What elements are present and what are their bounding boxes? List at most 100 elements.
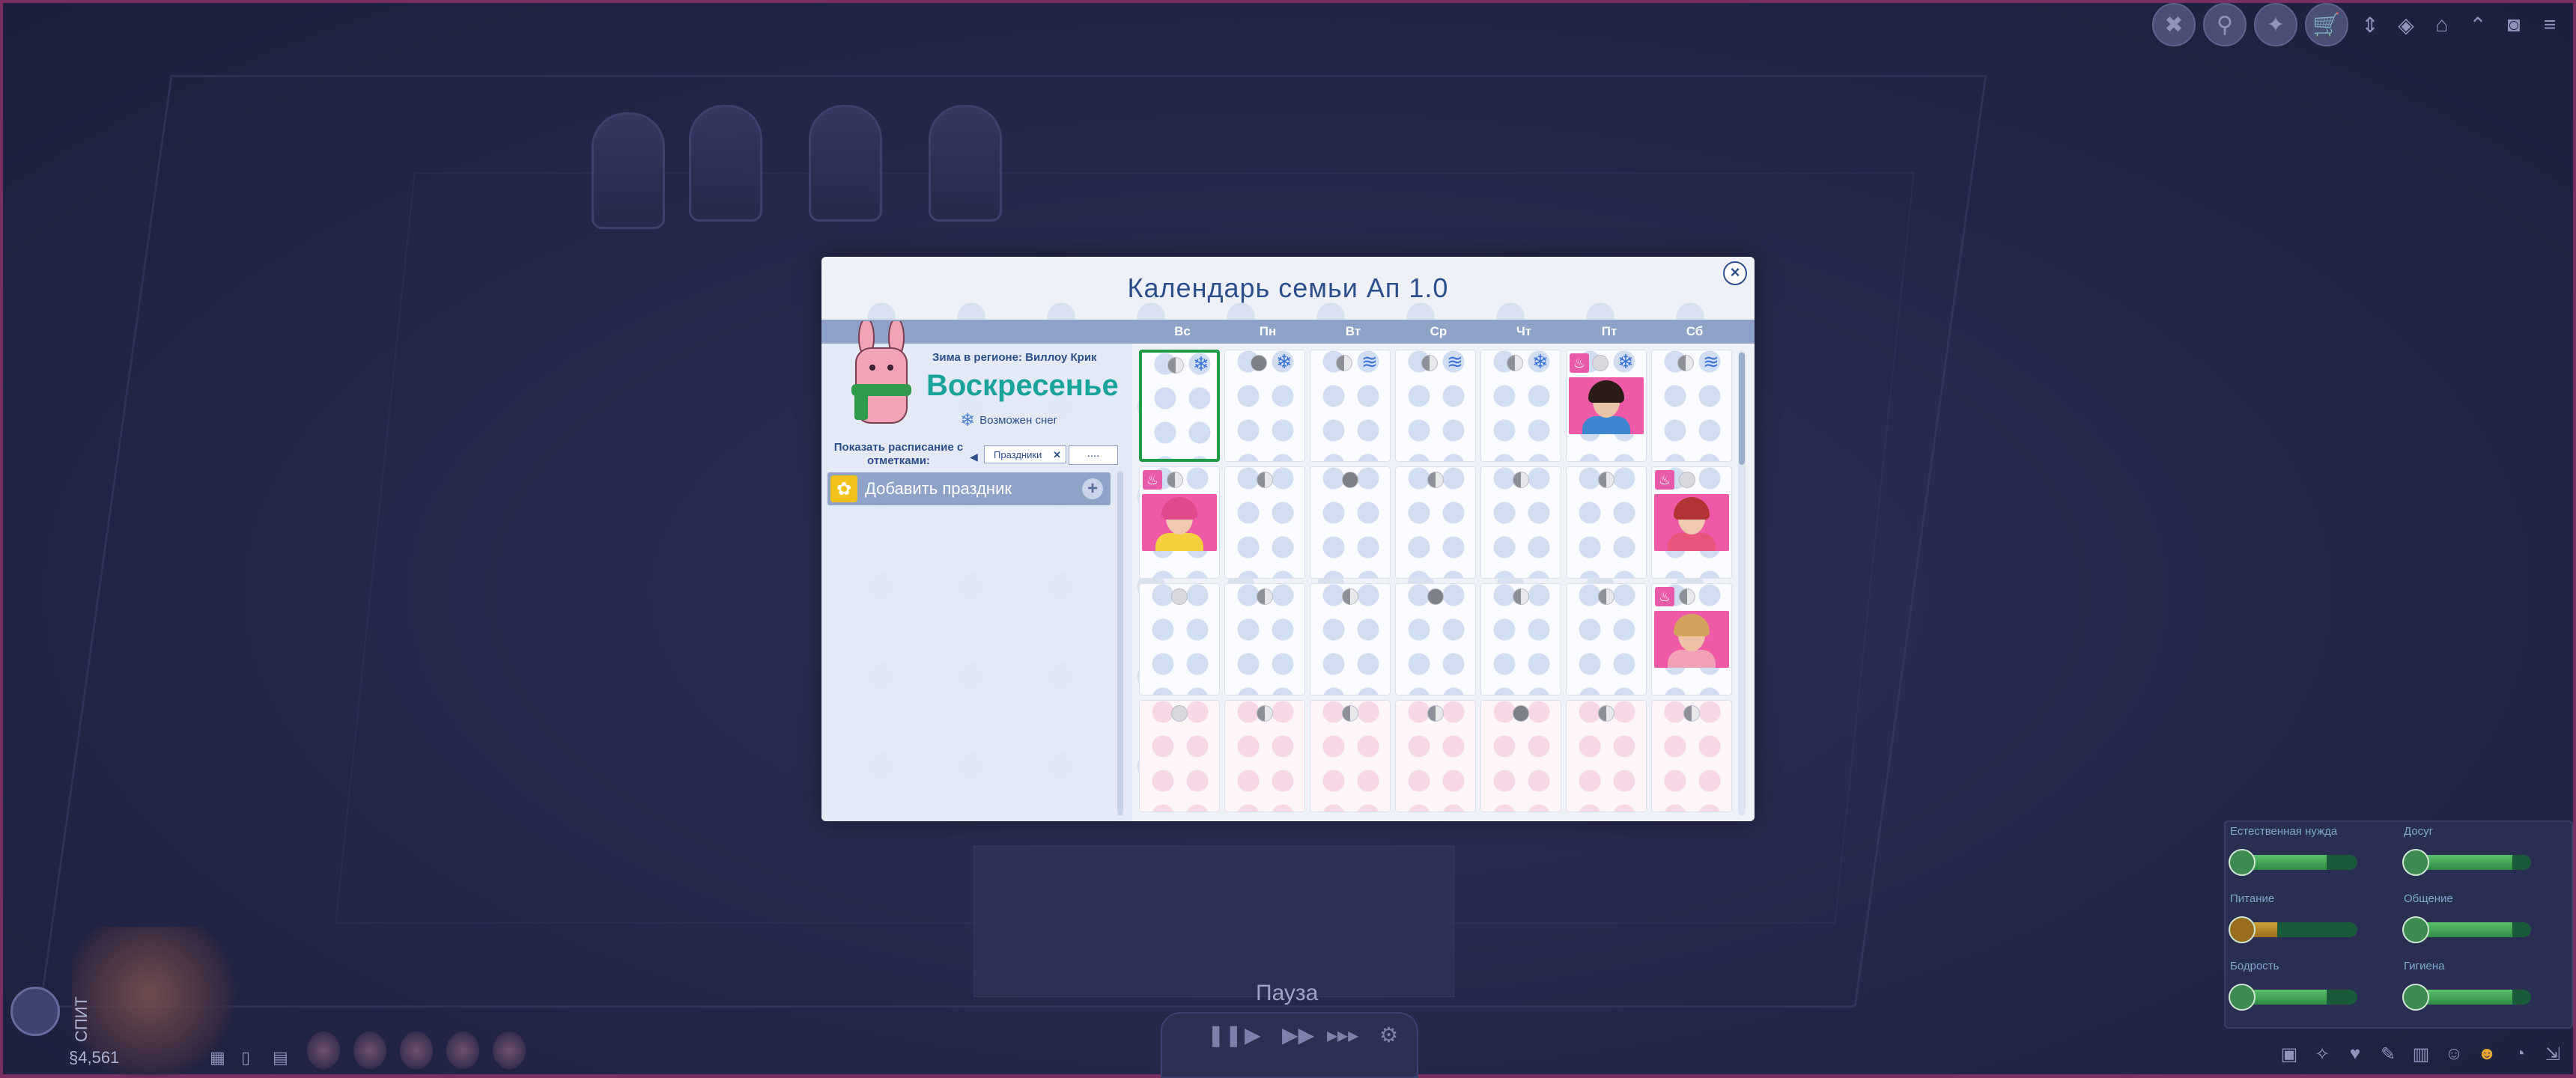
calendar-day-cell[interactable] [1139,700,1220,812]
roof-icon[interactable]: ⌃ [2464,10,2492,39]
close-icon[interactable]: × [1723,261,1747,285]
skills-icon[interactable]: ✎ [2375,1044,2401,1069]
calendar-day-cell[interactable]: ❄ [1480,350,1561,462]
calendar-day-cell[interactable] [1480,700,1561,812]
calendar-day-cell[interactable]: ❄ [1224,350,1305,462]
filter-more-button[interactable]: .... [1069,445,1118,465]
home-icon[interactable]: ⌂ [2428,10,2456,39]
pillar-decor [809,105,882,222]
calendar-day-cell[interactable]: ❄ [1139,350,1220,462]
calendar-day-cell[interactable]: ♨ [1651,583,1732,695]
birthday-cake-icon[interactable]: ♨ [1655,470,1674,490]
household-sim-avatar[interactable] [353,1032,386,1069]
birthday-sim-portrait[interactable] [1654,494,1729,551]
calendar-day-cell[interactable] [1310,583,1391,695]
calendar-day-cell[interactable]: ≋ [1395,350,1476,462]
camera-icon[interactable]: ◙ [2500,10,2528,39]
hide-panel-icon[interactable]: ⇲ [2540,1044,2566,1069]
need-label: Естественная нужда [2230,825,2338,838]
calendar-day-cell[interactable] [1395,466,1476,579]
birthday-cake-icon[interactable]: ♨ [1143,470,1162,490]
calendar-day-cell[interactable] [1566,583,1647,695]
shopping-cart-icon[interactable]: 🛒 [2305,3,2348,46]
calendar-day-cell[interactable] [1651,700,1732,812]
walls-icon[interactable]: ◈ [2392,10,2420,39]
play-icon[interactable]: ▶ [1245,1023,1261,1047]
floor-arrows-icon[interactable]: ⇕ [2356,10,2384,39]
build-tools-icon[interactable]: ✖ [2152,3,2196,46]
calendar-day-cell[interactable]: ♨ [1139,466,1220,579]
calendar-day-cell[interactable] [1395,583,1476,695]
need-icon [2402,849,2429,876]
calendar-day-cell[interactable] [1224,583,1305,695]
calendar-day-cell[interactable]: ≋ [1310,350,1391,462]
household-sim-avatar[interactable] [493,1032,526,1069]
birthday-sim-portrait[interactable] [1142,494,1217,551]
calendar-day-cell[interactable] [1480,583,1561,695]
birthday-cake-icon[interactable]: ♨ [1655,587,1674,606]
birthday-sim-portrait[interactable] [1654,611,1729,668]
settings-gear-icon[interactable]: ⚙ [1379,1023,1398,1047]
weekday-label: Ср [1430,324,1448,338]
fast-forward-icon[interactable]: ▶▶ [1282,1023,1314,1047]
wind-forecast-icon: ≋ [1703,350,1719,373]
lightbulb-icon[interactable]: ✦ [2254,3,2297,46]
snow-forecast-icon: ❄ [1617,350,1634,373]
snow-forecast-icon: ❄ [1276,350,1292,373]
map-pin-icon[interactable]: ⚲ [2203,3,2247,46]
career-icon[interactable]: ▣ [2276,1044,2302,1069]
ultra-speed-icon[interactable]: ▸▸▸ [1327,1023,1358,1047]
moodlets-icon[interactable]: ◔ [2507,1044,2533,1069]
calendar-day-cell[interactable] [1566,700,1647,812]
phone-icon[interactable]: ▯ [241,1048,262,1069]
moon-phase-icon [1342,472,1358,488]
birthday-sim-portrait[interactable] [1569,377,1644,434]
calendar-day-cell[interactable] [1224,466,1305,579]
calendar-icon[interactable]: ▦ [210,1048,231,1069]
relationships-icon[interactable]: ♥ [2342,1044,2368,1069]
scrollbar-thumb[interactable] [1739,353,1745,465]
filter-chip-holidays[interactable]: Праздники ✕ [984,445,1066,463]
moon-phase-icon [1683,705,1700,722]
chevron-left-icon[interactable]: ◀ [970,451,978,463]
frame-border [0,0,3,1078]
calendar-day-cell[interactable]: ♨ ❄ [1566,350,1647,462]
calendar-scrollbar[interactable] [1738,351,1746,815]
weekday-label: Чт [1516,324,1532,338]
inventory-icon[interactable]: ▤ [273,1048,294,1069]
household-sim-avatar[interactable] [446,1032,479,1069]
portrait-part [1582,416,1630,434]
remove-filter-icon[interactable]: ✕ [1053,446,1061,464]
moon-phase-icon [1507,355,1523,371]
calendar-day-cell[interactable] [1224,700,1305,812]
moon-phase-icon [1167,472,1183,488]
calendar-day-cell[interactable] [1310,700,1391,812]
portrait-part [1674,614,1710,636]
household-sim-avatar[interactable] [307,1032,340,1069]
inventory-tab-icon[interactable]: ▥ [2408,1044,2434,1069]
aspiration-icon[interactable]: ✧ [2309,1044,2335,1069]
pillar-decor [929,105,1002,222]
sim-action-icons: ▦ ▯ ▤ [210,1048,294,1069]
sim-info-icon[interactable]: ☺ [2441,1044,2467,1069]
calendar-dialog: Календарь семьи Ап 1.0 × Вс Пн Вт Ср Чт … [821,257,1755,821]
calendar-day-cell[interactable] [1566,466,1647,579]
camera-mode-button[interactable] [10,987,60,1036]
calendar-day-cell[interactable]: ≋ [1651,350,1732,462]
need-meter: Общение [2399,889,2564,949]
add-holiday-button[interactable]: ✿ Добавить праздник + [827,472,1111,505]
needs-panel: Естественная нужда Досуг Питание Общение Бод… [2224,820,2573,1029]
birthday-cake-icon[interactable]: ♨ [1570,353,1589,373]
calendar-day-cell[interactable] [1139,583,1220,695]
plus-icon[interactable]: + [1082,478,1103,499]
needs-tab-icon[interactable]: ☻ [2474,1044,2500,1069]
calendar-day-cell[interactable] [1395,700,1476,812]
pause-icon[interactable]: ❚❚ [1207,1023,1242,1047]
calendar-day-cell[interactable]: ♨ [1651,466,1732,579]
household-sim-avatar[interactable] [400,1032,433,1069]
calendar-day-cell[interactable] [1310,466,1391,579]
calendar-day-cell[interactable] [1480,466,1561,579]
holiday-list-scrollbar[interactable] [1117,471,1123,815]
selected-day-name: Воскресенье [926,369,1119,402]
menu-icon[interactable]: ≡ [2536,10,2564,39]
